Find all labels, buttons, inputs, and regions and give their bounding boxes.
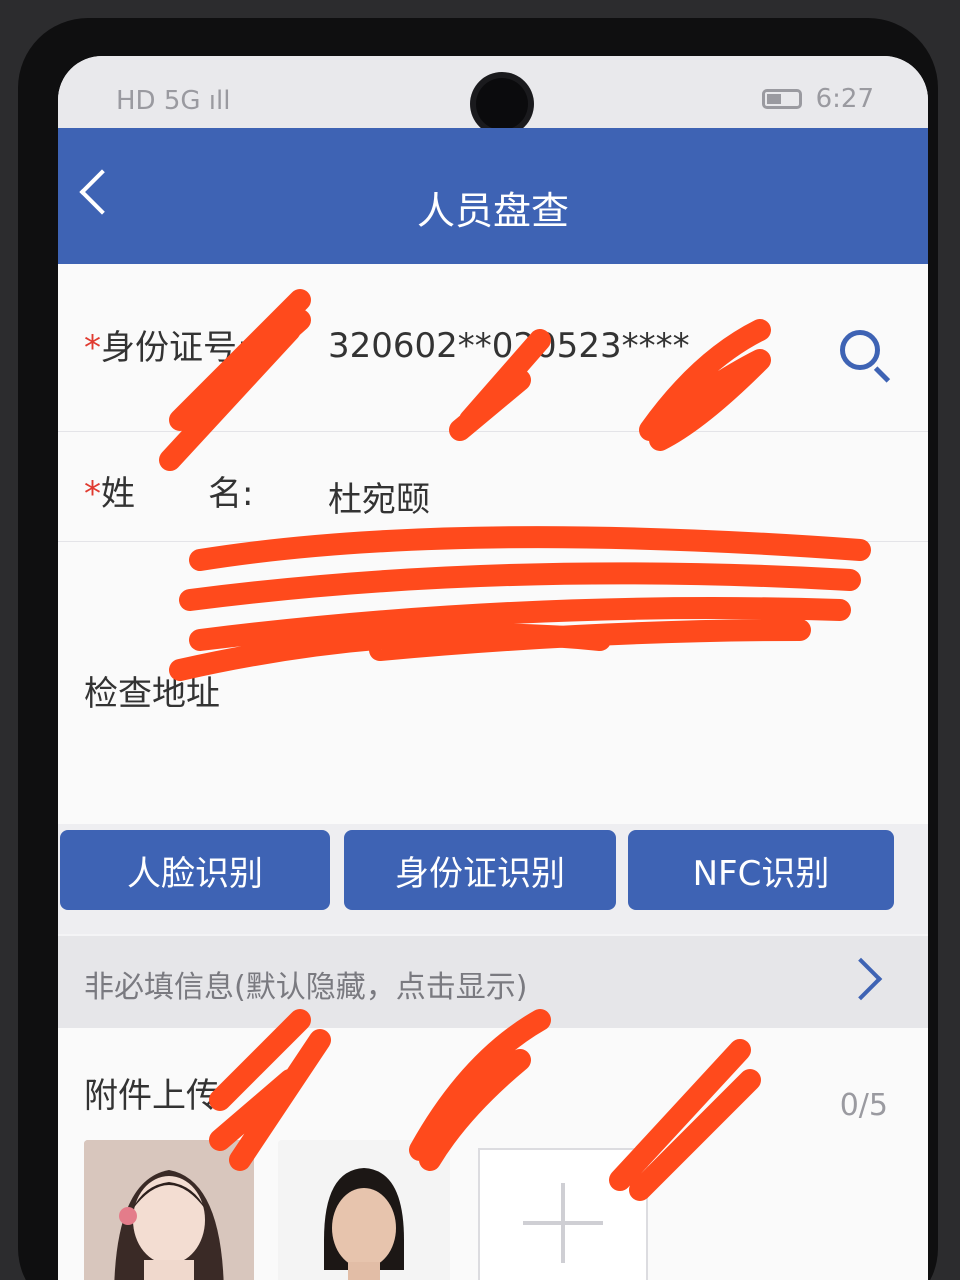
optional-info-toggle[interactable]: 非必填信息(默认隐藏，点击显示)	[58, 936, 928, 1028]
status-right: 6:27	[761, 84, 874, 114]
page-title: 人员盘查	[416, 189, 569, 233]
search-icon[interactable]	[840, 330, 880, 370]
signal-text: HD 5G ıll	[116, 86, 231, 116]
signal-indicators: HD 5G ıll	[116, 86, 230, 116]
attachments-section: 附件上传: 0/5	[58, 1028, 928, 1280]
status-bar: HD 5G ıll 6:27	[58, 56, 928, 130]
required-mark: *	[84, 474, 101, 514]
optional-info-text: 非必填信息(默认隐藏，点击显示)	[84, 970, 528, 1005]
address-label: 检查地址	[84, 674, 220, 714]
address-field[interactable]	[328, 666, 888, 746]
id-number-row: *身份证号: 320602**020523****	[58, 264, 928, 432]
name-label-text: 姓	[101, 474, 135, 514]
nfc-recognition-button[interactable]: NFC识别	[628, 830, 894, 910]
idcard-recognition-button[interactable]: 身份证识别	[344, 830, 616, 910]
front-camera	[476, 78, 528, 130]
name-field[interactable]: 杜宛颐	[328, 472, 430, 521]
screen: HD 5G ıll 6:27 人员盘查 *身份证号: 320602**02052…	[58, 56, 928, 1280]
attachment-thumbnail[interactable]	[278, 1140, 450, 1280]
face-recognition-button[interactable]: 人脸识别	[60, 830, 330, 910]
phone-frame: HD 5G ıll 6:27 人员盘查 *身份证号: 320602**02052…	[18, 18, 938, 1280]
inspection-form: *身份证号: 320602**020523**** *姓 名: 杜宛颐 检查地址	[58, 264, 928, 824]
name-row: *姓 名: 杜宛颐	[58, 432, 928, 542]
name-label: *姓	[84, 466, 135, 515]
chevron-right-icon	[839, 957, 883, 1001]
add-attachment-button[interactable]	[478, 1148, 648, 1280]
attachments-label: 附件上传:	[84, 1076, 232, 1116]
plus-icon	[523, 1183, 603, 1263]
id-number-label: *身份证号:	[84, 320, 248, 369]
clock: 6:27	[815, 84, 874, 114]
address-row: 检查地址	[58, 542, 928, 824]
portrait-photo	[278, 1140, 450, 1280]
attachment-thumbnail[interactable]	[84, 1140, 254, 1280]
battery-icon	[761, 89, 802, 109]
app-header: 人员盘查	[58, 128, 928, 264]
id-number-label-text: 身份证号:	[101, 328, 249, 368]
portrait-photo	[84, 1140, 254, 1280]
recognition-buttons: 人脸识别 身份证识别 NFC识别	[58, 824, 928, 934]
required-mark: *	[84, 328, 101, 368]
id-number-field[interactable]: 320602**020523****	[328, 326, 690, 366]
attachments-count: 0/5	[839, 1088, 888, 1123]
name-label-2: 名:	[208, 474, 254, 514]
